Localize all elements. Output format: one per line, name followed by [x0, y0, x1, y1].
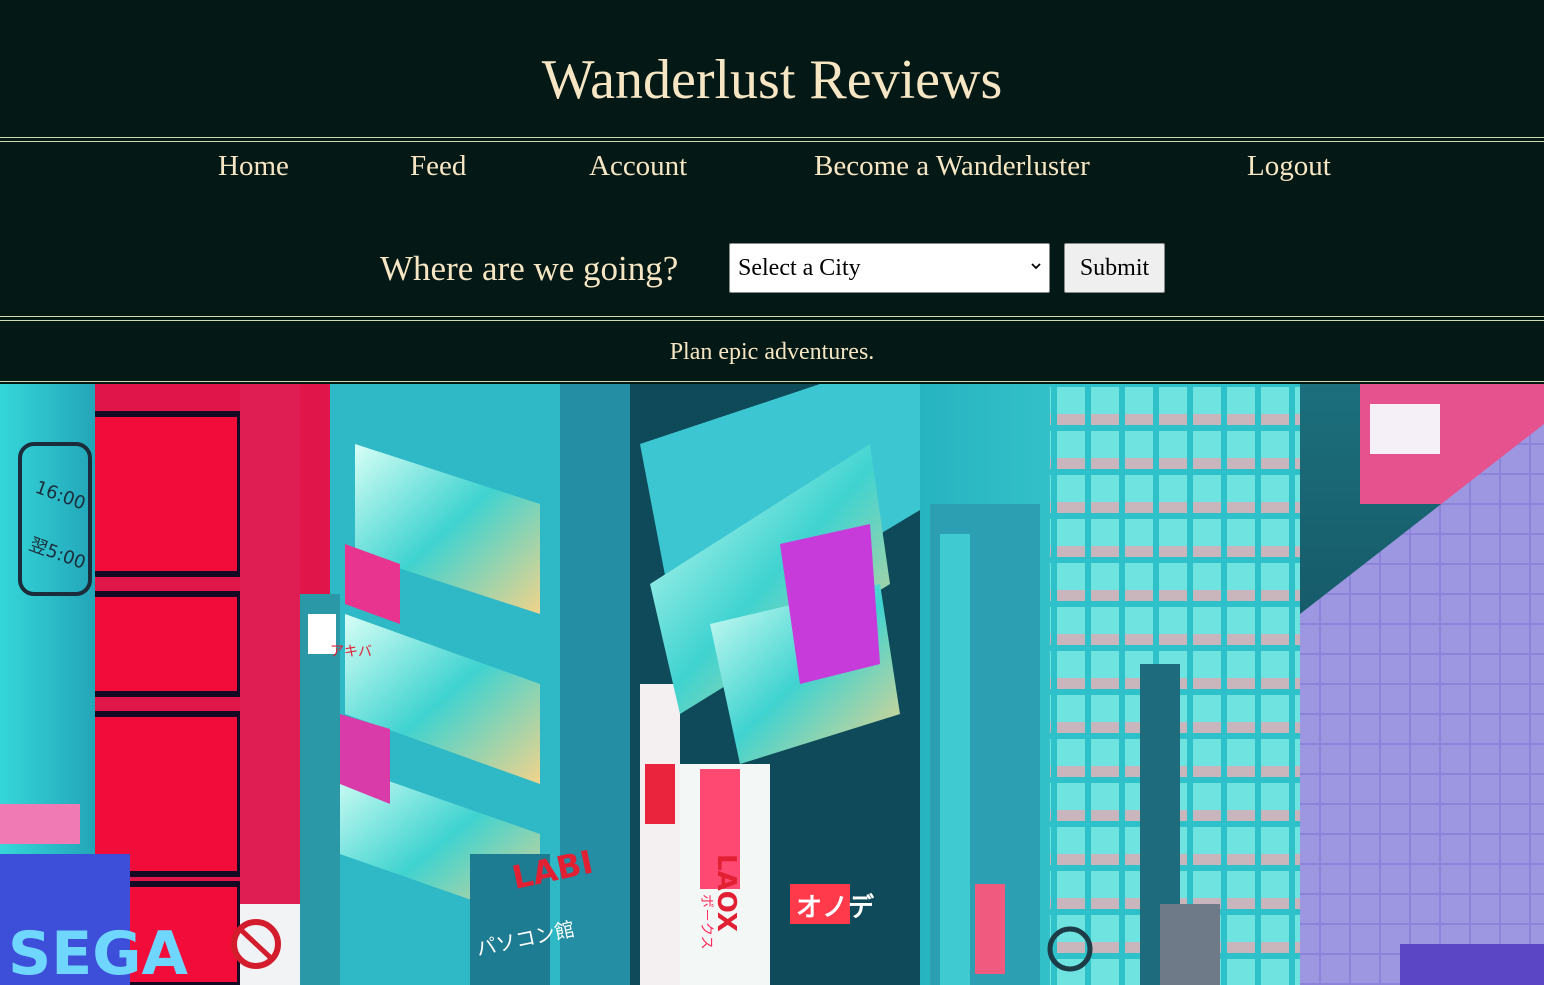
divider	[0, 316, 1544, 317]
city-select[interactable]: Select a City	[729, 243, 1050, 293]
submit-button[interactable]: Submit	[1064, 243, 1165, 293]
divider	[0, 141, 1544, 142]
site-header: Wanderlust Reviews Home Feed Account Bec…	[0, 0, 1544, 384]
divider	[0, 381, 1544, 382]
city-select-value: Select a City	[738, 255, 861, 281]
divider	[0, 137, 1544, 138]
hero-image: SEGA LAOX オノデ LABI パソコン館 アキバ 16:00 翌5:00…	[0, 384, 1544, 985]
hero-sign-sega: SEGA	[8, 919, 188, 985]
site-title: Wanderlust Reviews	[541, 49, 1003, 111]
nav-logout-link[interactable]: Logout	[1247, 146, 1331, 186]
nav-account-link[interactable]: Account	[589, 146, 687, 186]
hero-sign-vertical: ボ－クス	[698, 894, 714, 950]
hero-sign-laox: LAOX	[711, 854, 741, 932]
city-search-label: Where are we going?	[380, 249, 679, 288]
nav-home-link[interactable]: Home	[218, 146, 289, 186]
hero-sign-onode: オノデ	[796, 892, 875, 923]
nav-become-wanderluster-link[interactable]: Become a Wanderluster	[814, 146, 1090, 186]
city-search-form: Where are we going? Select a City Submit	[0, 243, 1544, 295]
main-nav: Home Feed Account Become a Wanderluster …	[0, 146, 1544, 186]
nav-feed-link[interactable]: Feed	[410, 146, 466, 186]
hero-sign-akiba: アキバ	[330, 644, 372, 660]
chevron-down-icon	[1031, 263, 1041, 270]
hero-city-street-image: SEGA LAOX オノデ LABI パソコン館 アキバ 16:00 翌5:00…	[0, 384, 1544, 985]
divider	[0, 320, 1544, 321]
site-tagline: Plan epic adventures.	[669, 339, 875, 365]
